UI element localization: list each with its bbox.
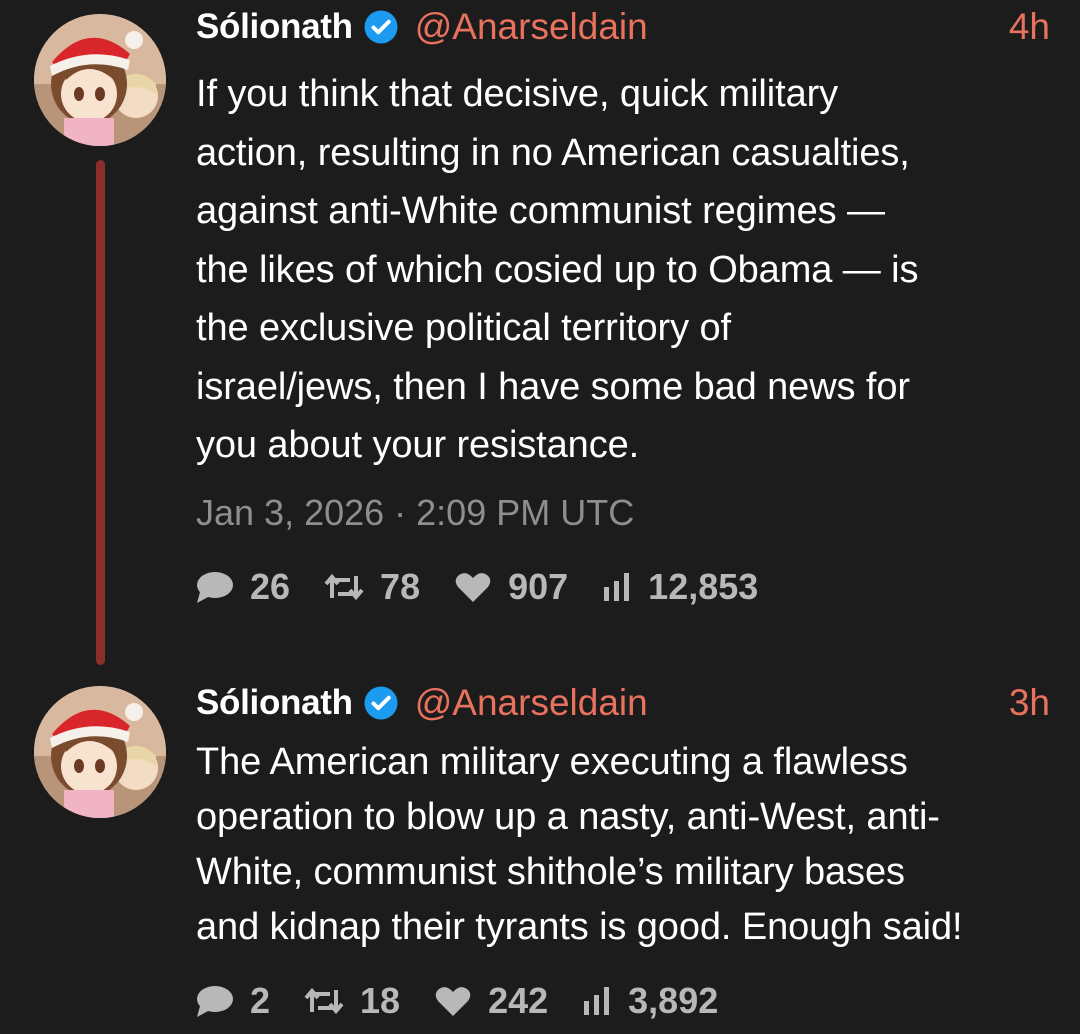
reply-button[interactable]: 2 [194, 980, 270, 1022]
time-ago[interactable]: 3h [1009, 682, 1050, 724]
tweet-line: action, resulting in no American casualt… [196, 131, 910, 174]
tweet-header: Sólionath @Anarseldain 4h [196, 4, 1050, 50]
like-icon [434, 985, 472, 1017]
views-count: 12,853 [648, 566, 759, 607]
handle[interactable]: @Anarseldain [415, 6, 648, 48]
like-button[interactable]: 907 [454, 566, 568, 608]
like-button[interactable]: 242 [434, 980, 548, 1022]
tweet-line: and kidnap their tyrants is good. Enough… [196, 906, 963, 948]
tweet-line: If you think that decisive, quick milita… [196, 73, 839, 115]
tweet-header: Sólionath @Anarseldain 3h [196, 680, 1050, 726]
display-name[interactable]: Sólionath [196, 683, 353, 723]
retweet-button[interactable]: 78 [324, 566, 420, 608]
reply-icon [194, 570, 234, 604]
tweet-line: The American military executing a flawle… [196, 741, 908, 783]
tweet-body: The American military executing a flawle… [196, 735, 1066, 955]
reply-count: 26 [250, 566, 291, 607]
verified-badge-icon [363, 685, 399, 721]
thread-line [96, 160, 105, 665]
tweet: Sólionath @Anarseldain 4h If you think t… [0, 0, 1080, 680]
display-name[interactable]: Sólionath [196, 7, 353, 47]
retweet-button[interactable]: 18 [304, 980, 400, 1022]
avatar[interactable] [34, 686, 166, 818]
handle[interactable]: @Anarseldain [415, 682, 648, 724]
tweet: Sólionath @Anarseldain 3h The American m… [0, 676, 1080, 1034]
verified-badge-icon [363, 9, 399, 45]
reply-count: 2 [250, 980, 271, 1021]
like-count: 907 [508, 566, 569, 607]
tweet-line: operation to blow up a nasty, anti-West,… [196, 796, 940, 838]
tweet-line: White, communist shithole’s military bas… [196, 851, 905, 893]
tweet-line: the exclusive political territory of [196, 307, 731, 349]
reply-button[interactable]: 26 [194, 566, 290, 608]
retweet-icon [324, 572, 364, 602]
time-ago[interactable]: 4h [1009, 6, 1050, 48]
retweet-count: 78 [380, 566, 421, 607]
reply-icon [194, 984, 234, 1018]
tweet-line: israel/jews, then I have some bad news f… [196, 365, 910, 408]
like-count: 242 [488, 980, 549, 1021]
like-icon [454, 571, 492, 603]
views-button[interactable]: 3,892 [582, 980, 718, 1022]
retweet-count: 18 [360, 980, 401, 1021]
tweet-stats: 26 78 907 12,853 [194, 566, 792, 608]
views-count: 3,892 [628, 980, 719, 1021]
tweet-stats: 2 18 242 3,892 [194, 980, 752, 1022]
retweet-icon [304, 986, 344, 1016]
views-icon [602, 573, 632, 601]
tweet-line: you about your resistance. [196, 424, 640, 466]
tweet-timestamp[interactable]: Jan 3, 2026 · 2:09 PM UTC [196, 492, 634, 534]
views-button[interactable]: 12,853 [602, 566, 758, 608]
avatar[interactable] [34, 14, 166, 146]
views-icon [582, 987, 612, 1015]
tweet-body: If you think that decisive, quick milita… [196, 65, 1066, 475]
tweet-line: against anti-White communist regimes — [196, 190, 885, 232]
tweet-line: the likes of which cosied up to Obama — … [196, 248, 919, 291]
